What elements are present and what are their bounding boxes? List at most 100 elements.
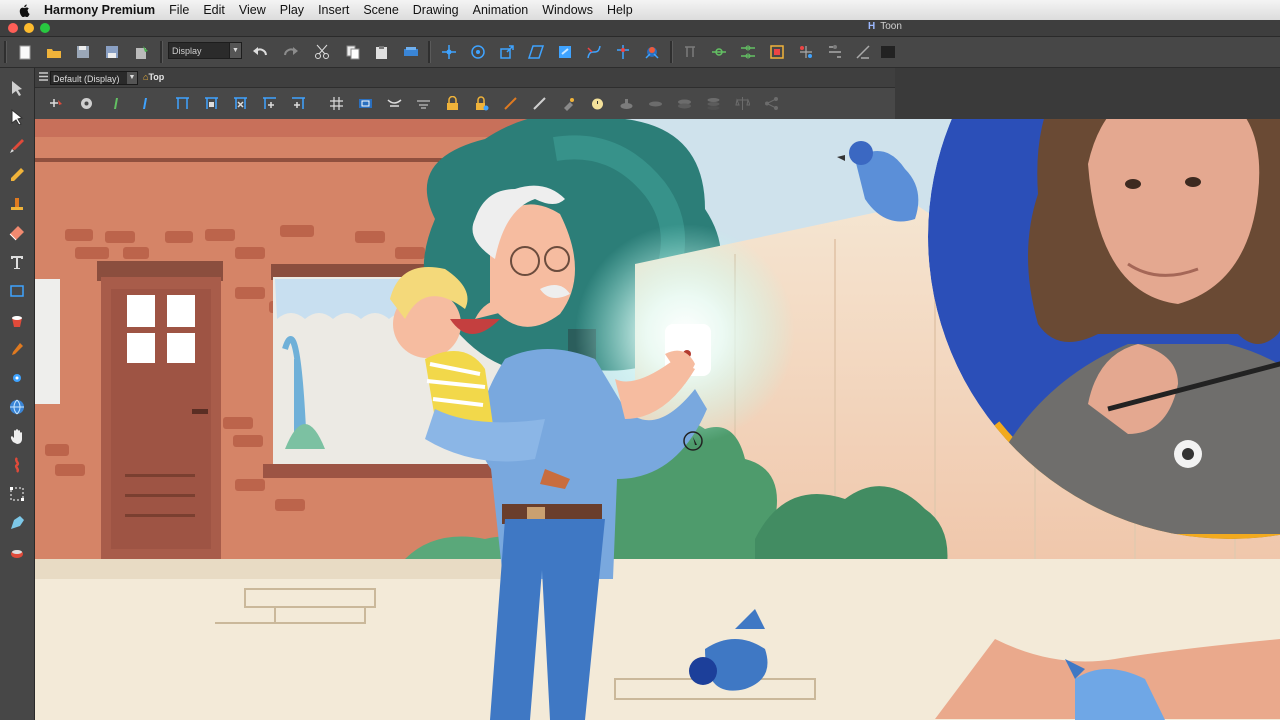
ellipse-flat-icon[interactable] xyxy=(648,96,663,111)
save-as-icon[interactable] xyxy=(104,44,120,60)
peg-icon[interactable] xyxy=(769,44,785,60)
chevron-down-icon: ▼ xyxy=(127,72,137,84)
menu-file[interactable]: File xyxy=(169,3,189,17)
window-title: H Toon xyxy=(868,21,902,32)
redo-icon[interactable] xyxy=(283,44,299,60)
menu-help[interactable]: Help xyxy=(607,3,633,17)
grid-toggle-icon[interactable] xyxy=(329,96,344,111)
app-name-menu[interactable]: Harmony Premium xyxy=(44,3,155,17)
ellipse-stack-icon[interactable] xyxy=(677,96,692,111)
apple-icon[interactable] xyxy=(18,3,30,17)
pen-nib-icon[interactable] xyxy=(9,515,25,531)
chevron-down-icon: ▼ xyxy=(229,43,241,58)
zoom-window-button[interactable] xyxy=(40,23,50,33)
add-drawing-icon[interactable] xyxy=(48,96,63,111)
view-mode-top[interactable]: ⌂Top xyxy=(143,72,164,82)
open-scene-icon[interactable] xyxy=(46,44,62,60)
select-arrow-icon[interactable] xyxy=(9,80,25,96)
toolbar-separator xyxy=(428,41,431,63)
shade-icon[interactable] xyxy=(416,96,431,111)
ruler-icon[interactable] xyxy=(532,96,547,111)
toolbar-grip xyxy=(4,41,7,63)
minimize-window-button[interactable] xyxy=(24,23,34,33)
field-guide-icon[interactable] xyxy=(175,96,190,111)
morph-icon[interactable] xyxy=(682,44,698,60)
menu-windows[interactable]: Windows xyxy=(542,3,593,17)
pencil-icon[interactable] xyxy=(9,167,25,183)
camera-view-canvas[interactable] xyxy=(35,119,1280,720)
brush-preset-icon[interactable] xyxy=(561,96,576,111)
lock-all-icon[interactable] xyxy=(474,96,489,111)
brush-icon[interactable] xyxy=(9,138,25,154)
paint-bucket-icon[interactable] xyxy=(9,312,25,328)
delete-icon[interactable] xyxy=(403,44,419,60)
timer-icon[interactable] xyxy=(590,96,605,111)
deformer-icon[interactable] xyxy=(798,44,814,60)
display-select[interactable]: Display ▼ xyxy=(168,42,242,59)
undo-icon[interactable] xyxy=(252,44,268,60)
save-icon[interactable] xyxy=(75,44,91,60)
copy-icon[interactable] xyxy=(345,44,361,60)
scale-icon[interactable] xyxy=(499,44,515,60)
view-display-select[interactable]: Default (Display) ▼ xyxy=(50,71,138,85)
bone-icon[interactable] xyxy=(615,44,631,60)
hand-icon[interactable] xyxy=(9,428,25,444)
eraser-icon[interactable] xyxy=(9,225,25,241)
pencil-line-icon[interactable] xyxy=(503,96,518,111)
cut-icon[interactable] xyxy=(314,44,330,60)
pin-icon[interactable] xyxy=(740,44,756,60)
add-frame-icon[interactable] xyxy=(262,96,277,111)
menu-drawing[interactable]: Drawing xyxy=(413,3,459,17)
harmony-icon: H xyxy=(868,21,876,32)
transform-icon[interactable] xyxy=(441,44,457,60)
pivot-icon[interactable] xyxy=(9,370,25,386)
new-scene-icon[interactable] xyxy=(17,44,33,60)
kinematic-icon[interactable] xyxy=(644,44,660,60)
light-table-icon[interactable] xyxy=(387,96,402,111)
remove-frame-icon[interactable] xyxy=(233,96,248,111)
layered-ellipse-icon[interactable] xyxy=(706,96,721,111)
toolbar-separator xyxy=(160,41,163,63)
menu-edit[interactable]: Edit xyxy=(203,3,225,17)
share-nodes-icon[interactable] xyxy=(764,96,779,111)
rectangle-icon[interactable] xyxy=(9,283,25,299)
maximize-icon[interactable] xyxy=(557,44,573,60)
cutter-icon[interactable] xyxy=(9,486,25,502)
safe-area-icon[interactable] xyxy=(358,96,373,111)
settings-gear-icon[interactable] xyxy=(79,96,94,111)
menu-bar: Harmony Premium File Edit View Play Inse… xyxy=(0,0,1280,21)
menu-play[interactable]: Play xyxy=(280,3,304,17)
envelope-icon[interactable] xyxy=(827,44,843,60)
menu-animation[interactable]: Animation xyxy=(473,3,529,17)
onion-skin-blue-icon[interactable] xyxy=(137,96,152,111)
hierarchy-icon[interactable] xyxy=(711,44,727,60)
morph-tool-icon[interactable] xyxy=(9,457,25,473)
toolbar-separator xyxy=(670,41,673,63)
grid-icon[interactable] xyxy=(855,44,871,60)
padlock-icon[interactable] xyxy=(445,96,460,111)
text-tool-icon[interactable] xyxy=(9,254,25,270)
stamp-icon[interactable] xyxy=(9,196,25,212)
window-titlebar: H Toon xyxy=(0,20,1280,37)
menu-hamburger-icon[interactable] xyxy=(38,71,49,82)
menu-view[interactable]: View xyxy=(239,3,266,17)
panel-icon[interactable] xyxy=(880,44,896,60)
stroke-icon[interactable] xyxy=(9,544,25,560)
lock-frame-icon[interactable] xyxy=(204,96,219,111)
onion-skin-green-icon[interactable] xyxy=(108,96,123,111)
paste-icon[interactable] xyxy=(374,44,390,60)
menu-insert[interactable]: Insert xyxy=(318,3,349,17)
spline-offset-icon[interactable] xyxy=(586,44,602,60)
tools-toolbar xyxy=(0,68,35,720)
dropper-icon[interactable] xyxy=(9,341,25,357)
scale-balance-icon[interactable] xyxy=(735,96,750,111)
close-window-button[interactable] xyxy=(8,23,18,33)
contour-editor-icon[interactable] xyxy=(9,109,25,125)
globe-icon[interactable] xyxy=(9,399,25,415)
save-drawing-icon[interactable] xyxy=(133,44,149,60)
menu-scene[interactable]: Scene xyxy=(363,3,398,17)
add-frame-after-icon[interactable] xyxy=(291,96,306,111)
rotate-icon[interactable] xyxy=(470,44,486,60)
bowl-icon[interactable] xyxy=(619,96,634,111)
skew-icon[interactable] xyxy=(528,44,544,60)
